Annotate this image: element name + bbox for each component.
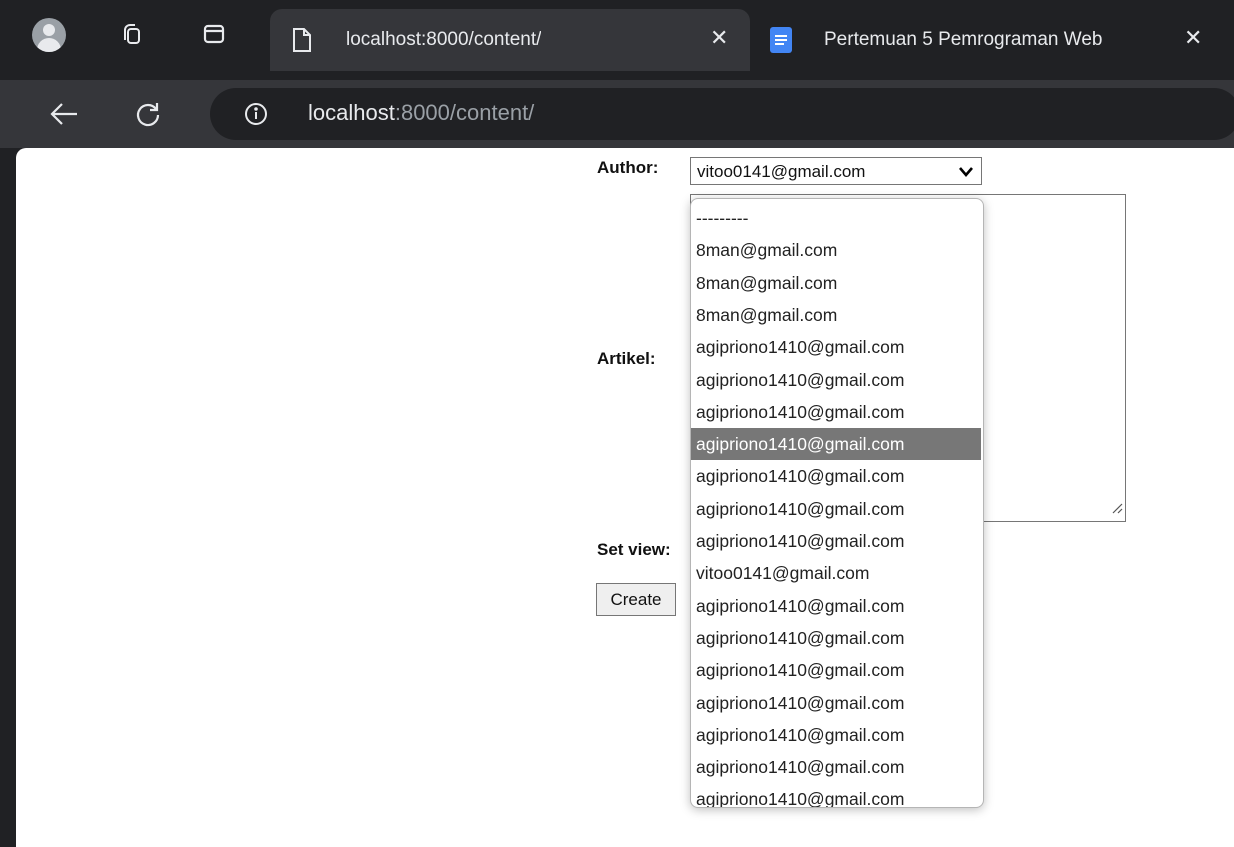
google-docs-icon (770, 27, 792, 59)
dropdown-option[interactable]: vitoo0141@gmail.com (691, 557, 981, 589)
url-text: localhost:8000/content/ (308, 100, 534, 126)
set-view-label: Set view: (597, 540, 671, 559)
dropdown-option[interactable]: agipriono1410@gmail.com (691, 525, 981, 557)
dropdown-option[interactable]: agipriono1410@gmail.com (691, 687, 981, 719)
dropdown-option[interactable]: --------- (691, 202, 981, 234)
resize-grip-icon[interactable] (1111, 501, 1123, 519)
dropdown-option[interactable]: agipriono1410@gmail.com (691, 460, 981, 492)
author-dropdown-list[interactable]: --------- 8man@gmail.com 8man@gmail.com 8ma… (690, 198, 984, 808)
author-label: Author: (597, 158, 659, 177)
close-icon[interactable]: ✕ (710, 25, 728, 51)
dropdown-option[interactable]: agipriono1410@gmail.com (691, 783, 981, 807)
browser-toolbar: localhost:8000/content/ (0, 80, 1234, 148)
profile-avatar-icon[interactable] (32, 18, 66, 52)
dropdown-option[interactable]: agipriono1410@gmail.com (691, 364, 981, 396)
reload-icon[interactable] (128, 94, 168, 134)
address-bar[interactable]: localhost:8000/content/ (210, 88, 1234, 140)
dropdown-option[interactable]: agipriono1410@gmail.com (691, 428, 981, 461)
back-arrow-icon[interactable] (44, 94, 84, 134)
tab-pertemuan[interactable]: Pertemuan 5 Pemrograman Web ✕ (760, 9, 1234, 71)
info-icon[interactable] (244, 102, 268, 131)
create-button[interactable]: Create (596, 583, 676, 616)
dropdown-option[interactable]: 8man@gmail.com (691, 299, 981, 331)
dropdown-option[interactable]: agipriono1410@gmail.com (691, 331, 981, 363)
url-path: :8000/content/ (394, 100, 535, 125)
page-content: Author: vitoo0141@gmail.com Artikel: Set… (16, 148, 1234, 847)
author-select[interactable]: vitoo0141@gmail.com (690, 157, 982, 185)
inactive-tab-title: Pertemuan 5 Pemrograman Web (824, 29, 1103, 50)
dropdown-option[interactable]: agipriono1410@gmail.com (691, 590, 981, 622)
active-tab-title: localhost:8000/content/ (346, 29, 542, 50)
tab-strip: localhost:8000/content/ ✕ Pertemuan 5 Pe… (0, 0, 1234, 80)
dropdown-option[interactable]: agipriono1410@gmail.com (691, 751, 981, 783)
dropdown-option[interactable]: agipriono1410@gmail.com (691, 493, 981, 525)
page-icon (292, 27, 312, 59)
dropdown-option[interactable]: agipriono1410@gmail.com (691, 622, 981, 654)
tab-actions-icon[interactable] (198, 18, 230, 50)
dropdown-option[interactable]: 8man@gmail.com (691, 234, 981, 266)
dropdown-option[interactable]: agipriono1410@gmail.com (691, 654, 981, 686)
artikel-label: Artikel: (597, 349, 656, 368)
chevron-down-icon (958, 164, 974, 184)
dropdown-option[interactable]: agipriono1410@gmail.com (691, 719, 981, 751)
url-host: localhost (308, 100, 395, 125)
dropdown-option[interactable]: 8man@gmail.com (691, 267, 981, 299)
dropdown-option[interactable]: agipriono1410@gmail.com (691, 396, 981, 428)
close-icon[interactable]: ✕ (1184, 25, 1202, 51)
tab-localhost[interactable]: localhost:8000/content/ ✕ (270, 9, 750, 71)
workspaces-icon[interactable] (116, 18, 148, 50)
author-selected-value: vitoo0141@gmail.com (697, 162, 866, 181)
